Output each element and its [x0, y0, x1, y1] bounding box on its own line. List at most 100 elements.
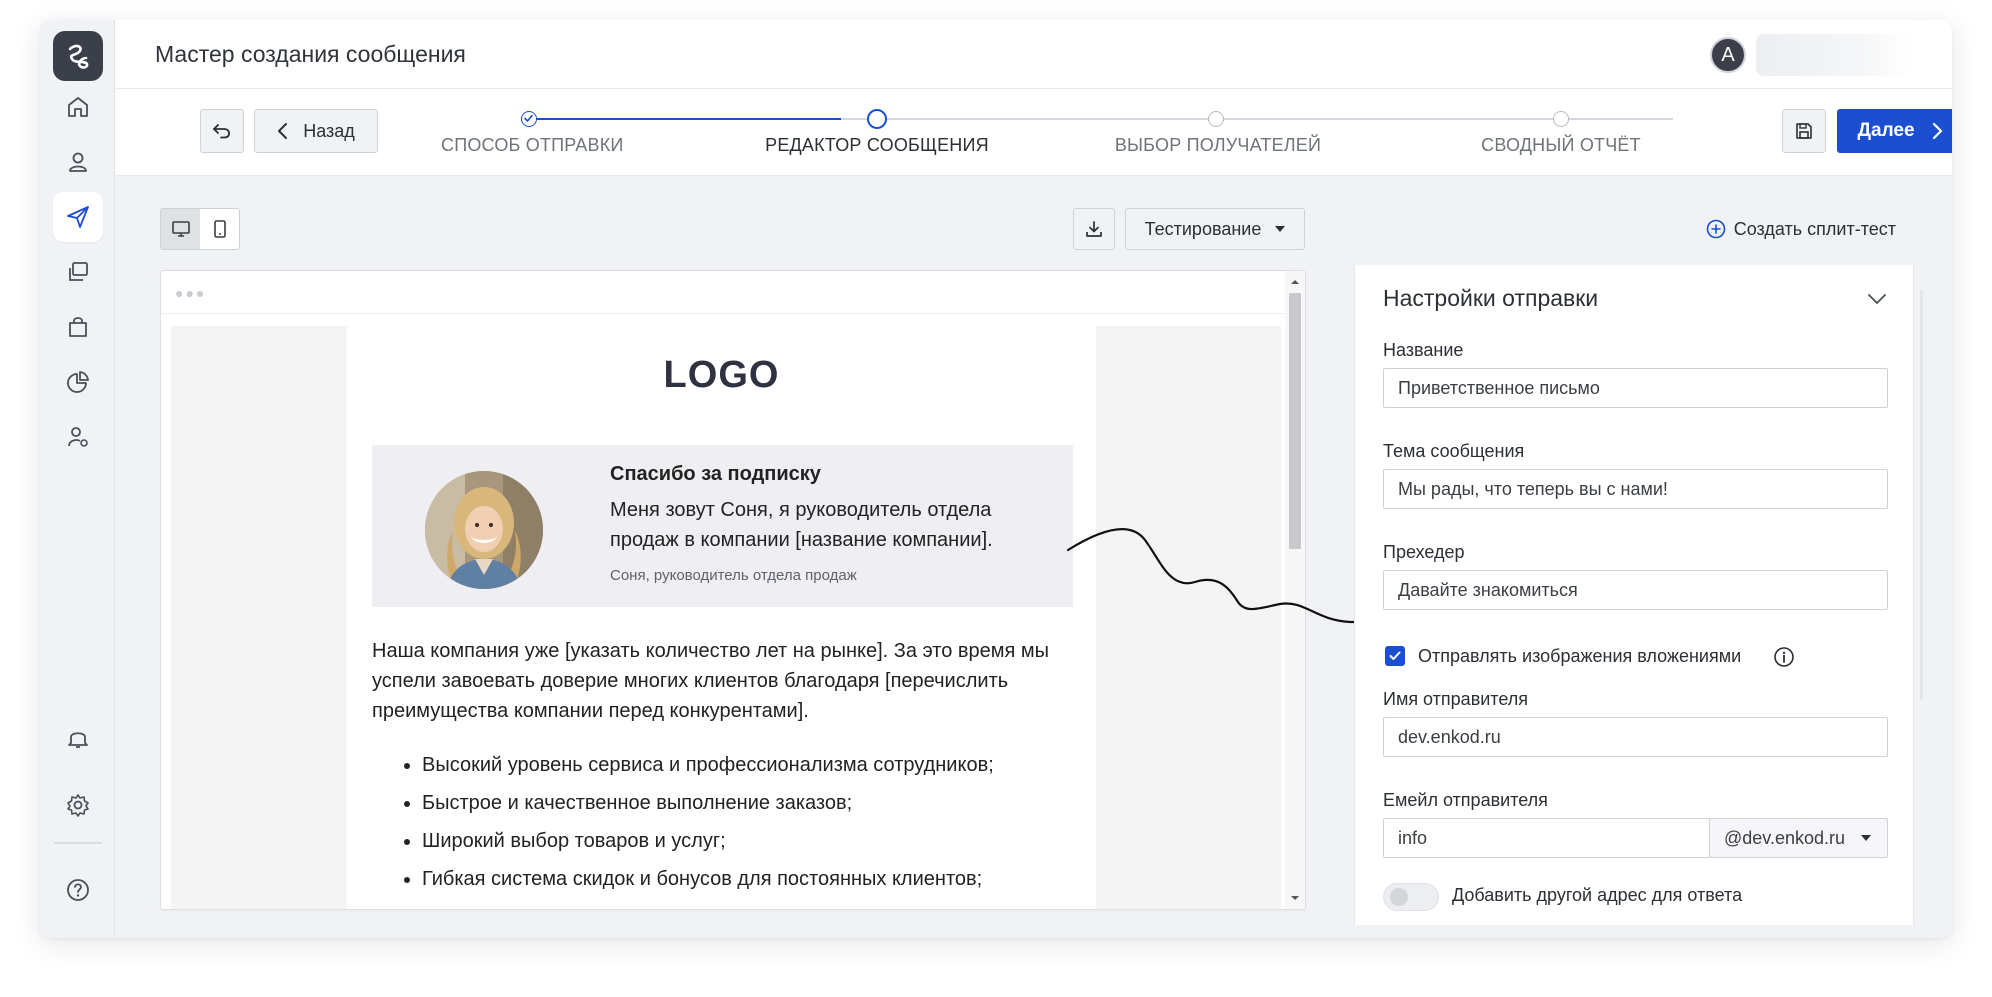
plus-circle-icon — [1706, 219, 1726, 239]
sender-email-input[interactable]: info — [1383, 818, 1710, 858]
step-1-check[interactable] — [521, 111, 537, 127]
email-logo: LOGO — [663, 354, 780, 396]
attach-images-label[interactable]: Отправлять изображения вложениями — [1418, 646, 1741, 667]
sidebar-item-templates[interactable] — [53, 247, 103, 297]
save-icon — [1796, 123, 1812, 139]
step-progress-remaining — [841, 118, 1673, 120]
subject-input[interactable]: Мы рады, что теперь вы с нами! — [1383, 469, 1888, 509]
bell-icon — [68, 732, 88, 748]
list-item: Быстрое и качественное выполнение заказо… — [422, 784, 1132, 822]
sender-photo — [425, 471, 543, 589]
sidebar-item-shop[interactable] — [53, 302, 103, 352]
sender-email-label: Емейл отправителя — [1383, 790, 1548, 810]
step-label-recipients[interactable]: ВЫБОР ПОЛУЧАТЕЛЕЙ — [1113, 135, 1323, 156]
settings-scrollbar[interactable] — [1920, 290, 1923, 700]
list-item: Широкий выбор товаров и услуг; — [422, 822, 1132, 860]
next-button[interactable]: Далее — [1837, 109, 1952, 153]
help-icon — [67, 879, 89, 901]
card-signature: Соня, руководитель отдела продаж — [610, 567, 857, 584]
download-icon — [1086, 221, 1102, 237]
email-intro-card[interactable]: Спасибо за подписку Меня зовут Соня, я р… — [372, 445, 1073, 607]
undo-icon — [213, 124, 230, 139]
sidebar-item-home[interactable] — [53, 82, 103, 132]
sidebar — [40, 20, 115, 938]
sidebar-item-settings[interactable] — [53, 780, 103, 830]
subject-label: Тема сообщения — [1383, 441, 1525, 461]
card-text: Меня зовут Соня, я руководитель отдела п… — [610, 499, 993, 551]
sender-domain-select[interactable]: @dev.enkod.ru — [1709, 818, 1888, 858]
brand-logo-icon — [68, 44, 89, 69]
save-button[interactable] — [1782, 109, 1826, 153]
list-item: Высокий уровень сервиса и профессионализ… — [422, 746, 1132, 784]
caret-down-icon — [1275, 226, 1286, 232]
email-paragraph: Наша компания уже [указать количество ле… — [372, 640, 1050, 722]
mobile-icon — [213, 220, 226, 238]
list-item: Гибкая система скидок и бонусов для пост… — [422, 860, 1132, 898]
name-label: Название — [1383, 340, 1464, 360]
back-button[interactable]: Назад — [254, 109, 378, 153]
testing-dropdown[interactable]: Тестирование — [1125, 208, 1305, 250]
sender-name-label: Имя отправителя — [1383, 689, 1529, 709]
create-split-test-label: Создать сплит-тест — [1733, 218, 1896, 239]
view-toggle — [160, 208, 240, 250]
sidebar-item-contacts[interactable] — [53, 137, 103, 187]
sender-name-input[interactable]: dev.enkod.ru — [1383, 717, 1888, 757]
panel-title: Настройки отправки — [1383, 285, 1599, 311]
shopping-bag-icon — [69, 317, 87, 337]
sidebar-item-messages[interactable] — [53, 192, 103, 242]
check-icon — [1389, 651, 1401, 660]
step-label-editor[interactable]: РЕДАКТОР СООБЩЕНИЯ — [761, 135, 993, 156]
brand-logo[interactable] — [53, 31, 103, 81]
copy-icon — [69, 262, 88, 281]
home-icon — [68, 97, 88, 117]
step-2-dot[interactable] — [867, 109, 887, 129]
info-icon[interactable] — [1773, 646, 1795, 668]
user-gear-icon — [68, 427, 88, 447]
sidebar-item-notifications[interactable] — [53, 713, 103, 763]
user-icon — [69, 152, 87, 172]
scroll-down-icon[interactable] — [1285, 891, 1305, 905]
next-button-label: Далее — [1857, 120, 1915, 141]
step-3-dot[interactable] — [1208, 111, 1224, 127]
step-label-send-method[interactable]: СПОСОБ ОТПРАВКИ — [441, 135, 623, 156]
undo-button[interactable] — [200, 109, 244, 153]
step-label-report[interactable]: СВОДНЫЙ ОТЧЁТ — [1475, 135, 1647, 156]
avatar[interactable]: A — [1710, 37, 1746, 73]
reply-to-label[interactable]: Добавить другой адрес для ответа — [1452, 885, 1742, 906]
preview-window-dots: ●●● — [175, 285, 207, 301]
sender-domain-value: @dev.enkod.ru — [1724, 828, 1846, 848]
user-name-blurred[interactable] — [1756, 34, 1912, 76]
caret-down-icon — [1861, 835, 1871, 841]
sidebar-item-user-settings[interactable] — [53, 412, 103, 462]
pie-chart-icon — [67, 371, 89, 393]
send-settings-panel: Настройки отправки Название Приветственн… — [1354, 265, 1914, 925]
gear-icon — [67, 794, 89, 817]
desktop-icon — [171, 221, 190, 237]
chevron-down-icon[interactable] — [1867, 293, 1887, 305]
sidebar-divider — [54, 842, 102, 844]
sidebar-item-analytics[interactable] — [53, 357, 103, 407]
download-button[interactable] — [1073, 208, 1115, 250]
back-button-label: Назад — [303, 120, 355, 141]
scroll-up-icon[interactable] — [1285, 275, 1305, 289]
preheader-label: Прехедер — [1383, 542, 1465, 562]
testing-dropdown-label: Тестирование — [1144, 218, 1262, 239]
sidebar-item-help[interactable] — [53, 865, 103, 915]
chevron-left-icon — [278, 123, 288, 139]
create-split-test-link[interactable]: Создать сплит-тест — [1706, 208, 1896, 250]
chevron-right-icon — [1932, 122, 1942, 140]
email-body[interactable]: LOGO Спасибо за подписку Меня зовут Соня… — [347, 326, 1096, 909]
name-input[interactable]: Приветственное письмо — [1383, 368, 1888, 408]
page-title: Мастер создания сообщения — [155, 41, 466, 67]
send-icon — [67, 206, 89, 228]
card-title: Спасибо за подписку — [610, 463, 821, 485]
wizard-steps-bar: Назад СПОСОБ ОТПРАВКИ РЕДАКТОР СООБЩЕНИЯ… — [115, 89, 1952, 176]
step-progress-done — [529, 118, 841, 120]
step-4-dot[interactable] — [1553, 111, 1569, 127]
mobile-view-button[interactable] — [200, 209, 239, 249]
preheader-input[interactable]: Давайте знакомиться — [1383, 570, 1888, 610]
attach-images-checkbox[interactable] — [1385, 646, 1405, 666]
reply-to-toggle[interactable] — [1383, 883, 1439, 911]
top-header: Мастер создания сообщения A — [115, 20, 1952, 89]
desktop-view-button[interactable] — [161, 209, 200, 249]
